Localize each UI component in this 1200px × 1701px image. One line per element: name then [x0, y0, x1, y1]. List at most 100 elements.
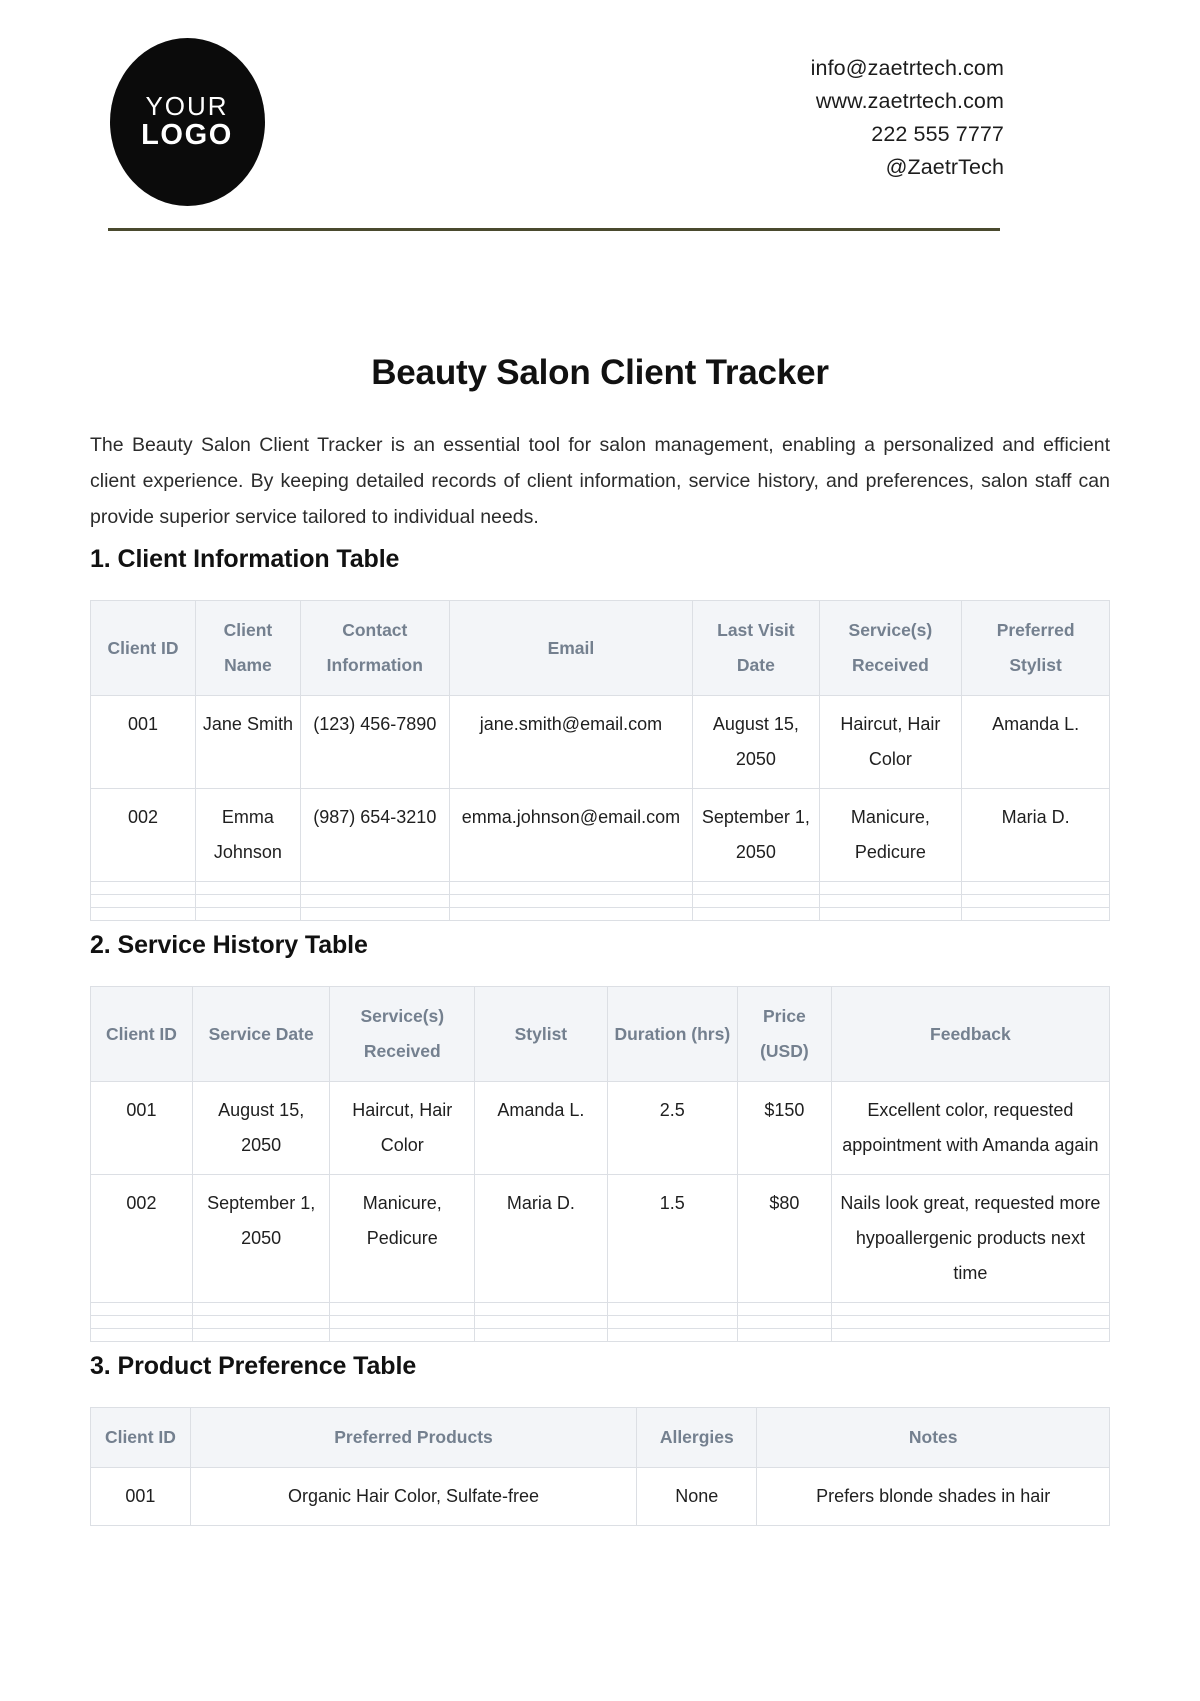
cell-services-received: Haircut, Hair Color	[818, 695, 963, 789]
cell-empty	[90, 1328, 193, 1342]
cell-empty	[194, 881, 301, 895]
cell-services-received: Manicure, Pedicure	[818, 788, 963, 882]
cell-preferred-stylist: Maria D.	[961, 788, 1110, 882]
cell-empty	[191, 1328, 331, 1342]
table-row: 001 Organic Hair Color, Sulfate-free Non…	[90, 1467, 1110, 1526]
cell-client-id: 001	[90, 1081, 193, 1175]
table-header-row: Client ID Client Name Contact Informatio…	[90, 600, 1110, 696]
cell-empty	[90, 894, 196, 908]
cell-empty	[90, 1302, 193, 1316]
table-row: 002 September 1, 2050 Manicure, Pedicure…	[90, 1174, 1111, 1303]
column-header-client-id: Client ID	[90, 986, 193, 1082]
column-header-client-id: Client ID	[90, 1407, 191, 1468]
cell-last-visit-date: September 1, 2050	[692, 788, 820, 882]
cell-service-date: September 1, 2050	[191, 1174, 331, 1303]
column-header-allergies: Allergies	[636, 1407, 758, 1468]
service-history-table: Client ID Service Date Service(s) Receiv…	[90, 986, 1111, 1342]
cell-empty	[329, 1328, 476, 1342]
table-empty-row	[90, 881, 1110, 895]
document-page: YOUR LOGO info@zaetrtech.com www.zaetrte…	[0, 0, 1200, 1701]
cell-empty	[90, 907, 196, 921]
cell-price: $80	[737, 1174, 832, 1303]
cell-empty	[299, 894, 450, 908]
cell-email: jane.smith@email.com	[448, 695, 694, 789]
column-header-services-received: Service(s) Received	[329, 986, 476, 1082]
cell-price: $150	[737, 1081, 832, 1175]
table-empty-row	[90, 894, 1110, 908]
cell-service-date: August 15, 2050	[191, 1081, 331, 1175]
letterhead-header: YOUR LOGO info@zaetrtech.com www.zaetrte…	[0, 0, 1200, 208]
cell-feedback: Nails look great, requested more hypoall…	[830, 1174, 1111, 1303]
table-row: 001 August 15, 2050 Haircut, Hair Color …	[90, 1081, 1111, 1175]
contact-phone: 222 555 7777	[871, 122, 1004, 146]
table-empty-row	[90, 1328, 1111, 1342]
cell-last-visit-date: August 15, 2050	[692, 695, 820, 789]
section-heading-2: 2. Service History Table	[90, 931, 368, 959]
cell-client-id: 002	[90, 1174, 193, 1303]
cell-empty	[692, 907, 820, 921]
cell-client-name: Emma Johnson	[194, 788, 301, 882]
cell-empty	[737, 1315, 832, 1329]
table-row: 001 Jane Smith (123) 456-7890 jane.smith…	[90, 695, 1110, 789]
cell-empty	[606, 1315, 739, 1329]
column-header-duration: Duration (hrs)	[606, 986, 739, 1082]
cell-allergies: None	[636, 1467, 758, 1526]
logo-line-2: LOGO	[141, 119, 233, 152]
cell-duration: 2.5	[606, 1081, 739, 1175]
cell-empty	[818, 881, 963, 895]
logo-placeholder: YOUR LOGO	[108, 36, 266, 208]
cell-client-id: 001	[90, 695, 196, 789]
cell-services-received: Haircut, Hair Color	[329, 1081, 476, 1175]
intro-paragraph: The Beauty Salon Client Tracker is an es…	[90, 434, 1110, 528]
cell-client-id: 001	[90, 1467, 191, 1526]
column-header-stylist: Stylist	[474, 986, 608, 1082]
cell-preferred-products: Organic Hair Color, Sulfate-free	[189, 1467, 638, 1526]
column-header-contact-information: Contact Information	[299, 600, 450, 696]
column-header-preferred-products: Preferred Products	[189, 1407, 638, 1468]
cell-empty	[329, 1315, 476, 1329]
cell-empty	[961, 907, 1110, 921]
column-header-last-visit-date: Last Visit Date	[692, 600, 820, 696]
cell-empty	[830, 1302, 1111, 1316]
cell-empty	[191, 1315, 331, 1329]
column-header-preferred-stylist: Preferred Stylist	[961, 600, 1110, 696]
cell-empty	[606, 1302, 739, 1316]
cell-empty	[448, 907, 694, 921]
cell-duration: 1.5	[606, 1174, 739, 1303]
column-header-service-date: Service Date	[191, 986, 331, 1082]
cell-empty	[474, 1328, 608, 1342]
cell-empty	[737, 1302, 832, 1316]
document-content: Beauty Salon Client Tracker The Beauty S…	[0, 353, 1200, 1526]
logo-line-1: YOUR	[145, 91, 229, 122]
cell-notes: Prefers blonde shades in hair	[756, 1467, 1110, 1526]
cell-empty	[830, 1328, 1111, 1342]
cell-services-received: Manicure, Pedicure	[329, 1174, 476, 1303]
cell-contact-information: (123) 456-7890	[299, 695, 450, 789]
column-header-client-name: Client Name	[194, 600, 301, 696]
cell-empty	[692, 881, 820, 895]
cell-empty	[191, 1302, 331, 1316]
table-header-row: Client ID Service Date Service(s) Receiv…	[90, 986, 1111, 1082]
cell-empty	[606, 1328, 739, 1342]
cell-empty	[474, 1315, 608, 1329]
column-header-notes: Notes	[756, 1407, 1110, 1468]
client-information-table: Client ID Client Name Contact Informatio…	[90, 600, 1110, 921]
column-header-price: Price (USD)	[737, 986, 832, 1082]
cell-empty	[818, 907, 963, 921]
table-header-row: Client ID Preferred Products Allergies N…	[90, 1407, 1110, 1468]
cell-stylist: Maria D.	[474, 1174, 608, 1303]
table-empty-row	[90, 1315, 1111, 1329]
section-heading-3: 3. Product Preference Table	[90, 1352, 417, 1380]
contact-block: info@zaetrtech.com www.zaetrtech.com 222…	[811, 36, 1004, 184]
column-header-feedback: Feedback	[830, 986, 1111, 1082]
cell-empty	[299, 881, 450, 895]
cell-empty	[90, 1315, 193, 1329]
table-empty-row	[90, 1302, 1111, 1316]
column-header-services-received: Service(s) Received	[818, 600, 963, 696]
cell-client-name: Jane Smith	[194, 695, 301, 789]
cell-preferred-stylist: Amanda L.	[961, 695, 1110, 789]
column-header-client-id: Client ID	[90, 600, 196, 696]
cell-empty	[692, 894, 820, 908]
cell-empty	[474, 1302, 608, 1316]
cell-empty	[961, 894, 1110, 908]
